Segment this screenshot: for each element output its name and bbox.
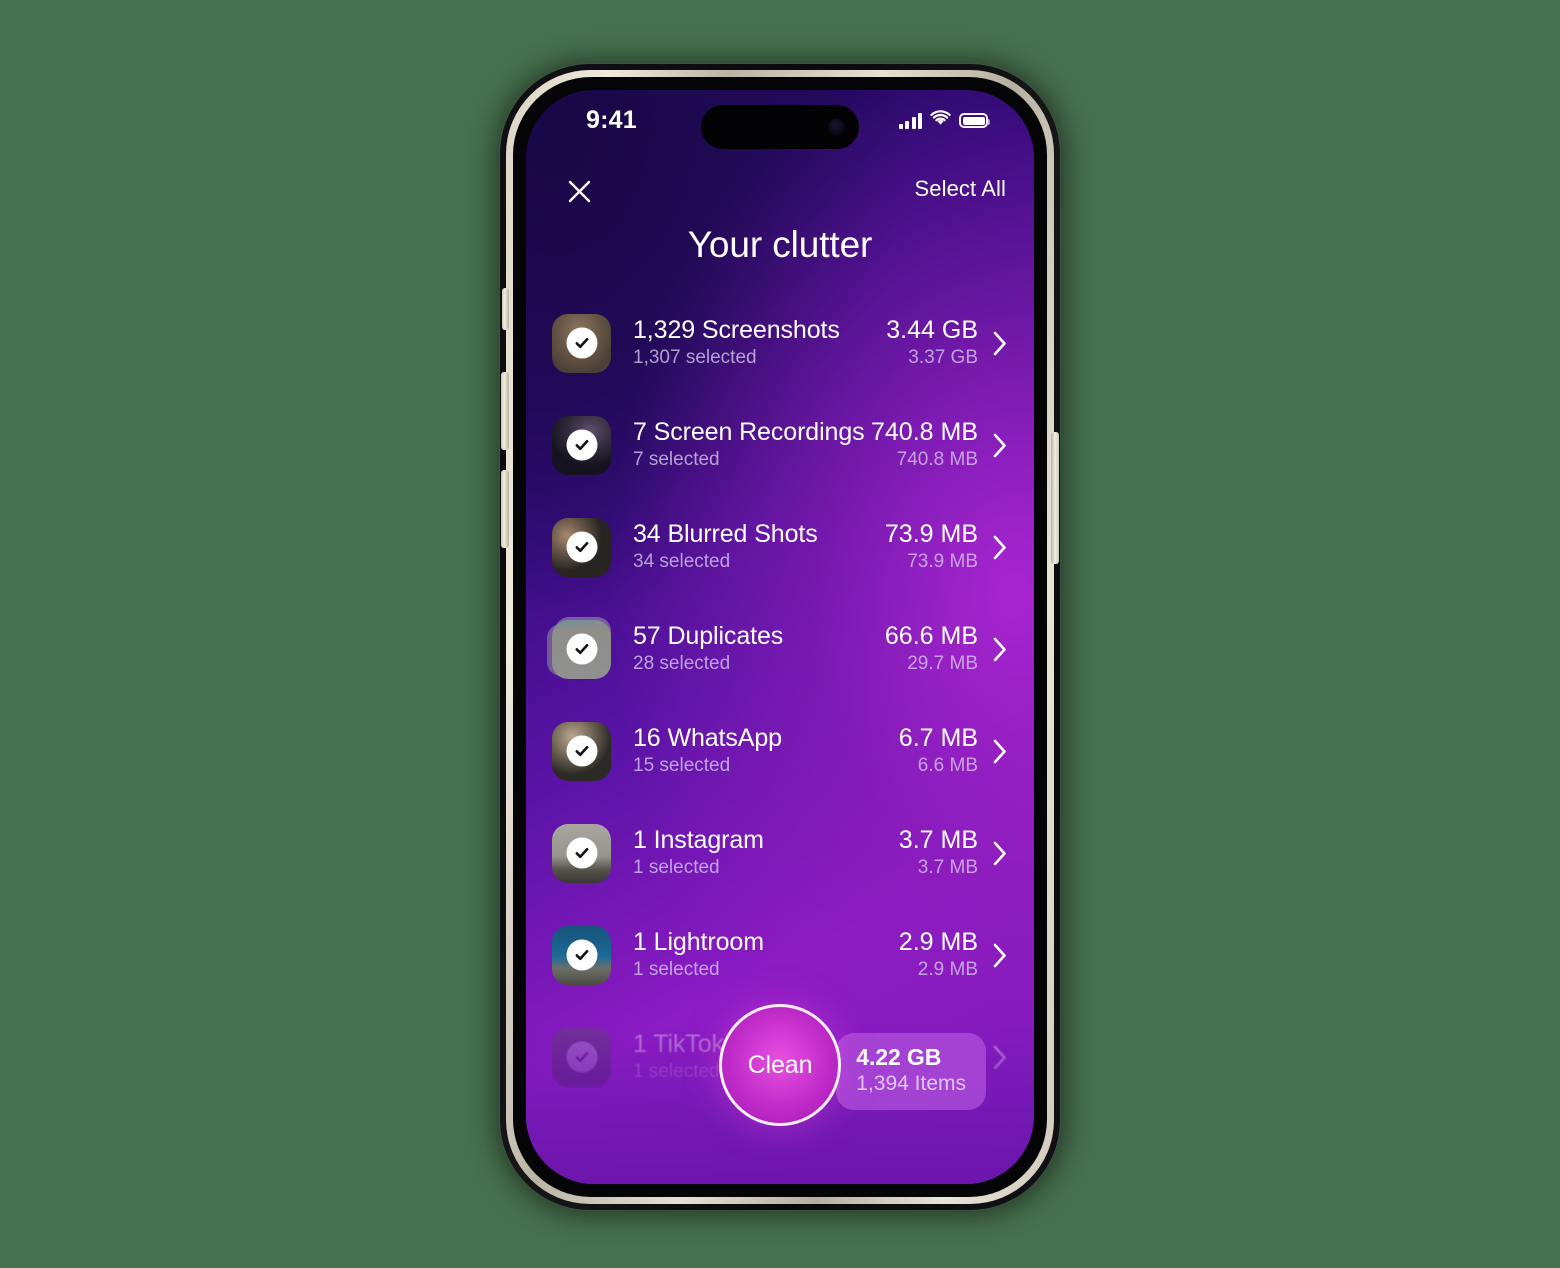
summary-badge: 4.22 GB 1,394 Items [836,1033,986,1110]
chevron-right-icon[interactable] [992,534,1008,561]
page-title: Your clutter [687,224,873,265]
list-item-title: 57 Duplicates [633,622,784,650]
volume-down-button[interactable] [501,470,509,548]
status-bar: 9:41 [526,90,1034,152]
list-item-sizes: 66.6 MB 29.7 MB [885,621,978,677]
chevron-right-icon[interactable] [992,738,1008,765]
summary-item-count: 1,394 Items [856,1072,966,1095]
list-item-size-selected: 740.8 MB [896,449,978,470]
list-item[interactable]: 57 Duplicates 28 selected 66.6 MB 29.7 M… [526,598,1034,700]
instagram-thumbnail [552,823,611,883]
list-item-size-selected: 3.7 MB [917,857,978,878]
cellular-signal-icon [898,112,922,129]
list-item-title: 1 Lightroom [633,928,764,956]
checkmark-icon[interactable] [566,327,597,359]
list-item-text: 1,329 Screenshots 1,307 selected [633,315,886,371]
checkmark-icon[interactable] [566,531,597,563]
list-item-size-selected: 73.9 MB [907,551,978,572]
list-item-size-selected: 6.6 MB [917,755,978,776]
list-item-text: 34 Blurred Shots 34 selected [633,519,885,575]
front-camera-icon [828,118,845,136]
list-item-title: 7 Screen Recordings [633,418,865,446]
list-item[interactable]: 1,329 Screenshots 1,307 selected 3.44 GB… [526,292,1034,394]
list-item-text: 1 Lightroom 1 selected [633,927,899,983]
clean-button-label: Clean [747,1050,813,1079]
list-item-subtitle: 34 selected [633,551,731,572]
list-item[interactable]: 1 Instagram 1 selected 3.7 MB 3.7 MB [526,802,1034,904]
silent-switch-button[interactable] [502,288,509,330]
list-item-title: 1,329 Screenshots [633,316,840,344]
list-item-size-selected: 29.7 MB [907,653,978,674]
list-item-size-total: 2.9 MB [898,928,978,956]
checkmark-icon[interactable] [566,633,597,665]
list-item-size-total: 3.44 GB [886,316,978,344]
screen-recording-thumbnail [552,415,611,475]
list-item-subtitle: 1 selected [633,959,720,980]
list-item-sizes: 3.7 MB 3.7 MB [899,825,978,881]
list-item-subtitle: 1 selected [633,857,720,878]
navigation-bar: Select All [526,168,1034,218]
list-item-text: 57 Duplicates 28 selected [633,621,885,677]
list-item-size-selected: 3.37 GB [908,347,978,368]
duplicates-stacked-thumbnail [547,616,611,679]
chevron-right-icon[interactable] [992,942,1008,969]
list-item[interactable]: 34 Blurred Shots 34 selected 73.9 MB 73.… [526,496,1034,598]
list-item-subtitle: 28 selected [633,653,731,674]
list-item[interactable]: 7 Screen Recordings 7 selected 740.8 MB … [526,394,1034,496]
checkmark-icon[interactable] [566,1041,597,1073]
lightroom-thumbnail [552,925,611,985]
chevron-right-icon[interactable] [992,636,1008,663]
checkmark-icon[interactable] [566,837,597,869]
whatsapp-thumbnail [552,721,611,781]
select-all-button[interactable]: Select All [915,176,1007,202]
list-item-sizes: 740.8 MB 740.8 MB [871,417,978,473]
screenshot-stage: 9:41 Select All Your clutter 1,329 Scree… [0,0,1560,1268]
tiktok-thumbnail [552,1027,611,1087]
list-item-size-total: 66.6 MB [884,622,978,650]
status-bar-indicators [898,110,990,131]
checkmark-icon[interactable] [566,429,597,461]
list-item-title: 1 Instagram [633,826,764,854]
list-item-size-total: 73.9 MB [884,520,978,548]
wifi-icon [930,110,951,131]
list-item-title: 34 Blurred Shots [633,520,818,548]
chevron-right-icon[interactable] [992,1044,1008,1071]
screenshot-thumbnail [552,313,611,373]
phone-screen: 9:41 Select All Your clutter 1,329 Scree… [526,90,1034,1184]
list-item-text: 7 Screen Recordings 7 selected [633,417,871,473]
summary-total-size: 4.22 GB [856,1044,942,1070]
list-item-subtitle: 15 selected [633,755,731,776]
chevron-right-icon[interactable] [992,432,1008,459]
checkmark-icon[interactable] [566,735,597,767]
close-icon[interactable] [558,170,600,212]
list-item-size-total: 6.7 MB [898,724,978,752]
list-item-size-total: 740.8 MB [870,418,978,446]
list-item-sizes: 6.7 MB 6.6 MB [899,723,978,779]
clean-button[interactable]: Clean [719,1004,841,1126]
list-item-size-selected: 2.9 MB [917,959,978,980]
power-button[interactable] [1051,432,1059,564]
checkmark-icon[interactable] [566,939,597,971]
status-bar-time: 9:41 [586,106,637,134]
list-item-size-total: 3.7 MB [898,826,978,854]
list-item-subtitle: 7 selected [633,449,720,470]
clutter-list: 1,329 Screenshots 1,307 selected 3.44 GB… [526,292,1034,1108]
list-item[interactable]: 16 WhatsApp 15 selected 6.7 MB 6.6 MB [526,700,1034,802]
list-item-sizes: 2.9 MB 2.9 MB [899,927,978,983]
blurred-shot-thumbnail [552,517,611,577]
battery-full-icon [959,113,990,128]
chevron-right-icon[interactable] [992,840,1008,867]
list-item-sizes: 3.44 GB 3.37 GB [886,315,978,371]
list-item-text: 16 WhatsApp 15 selected [633,723,899,779]
volume-up-button[interactable] [501,372,509,450]
list-item-title: 16 WhatsApp [633,724,782,752]
list-item-subtitle: 1,307 selected [633,347,757,368]
list-item-text: 1 Instagram 1 selected [633,825,899,881]
chevron-right-icon[interactable] [992,330,1008,357]
list-item-sizes: 73.9 MB 73.9 MB [885,519,978,575]
dynamic-island [701,105,859,149]
list-item[interactable]: 1 Lightroom 1 selected 2.9 MB 2.9 MB [526,904,1034,1006]
